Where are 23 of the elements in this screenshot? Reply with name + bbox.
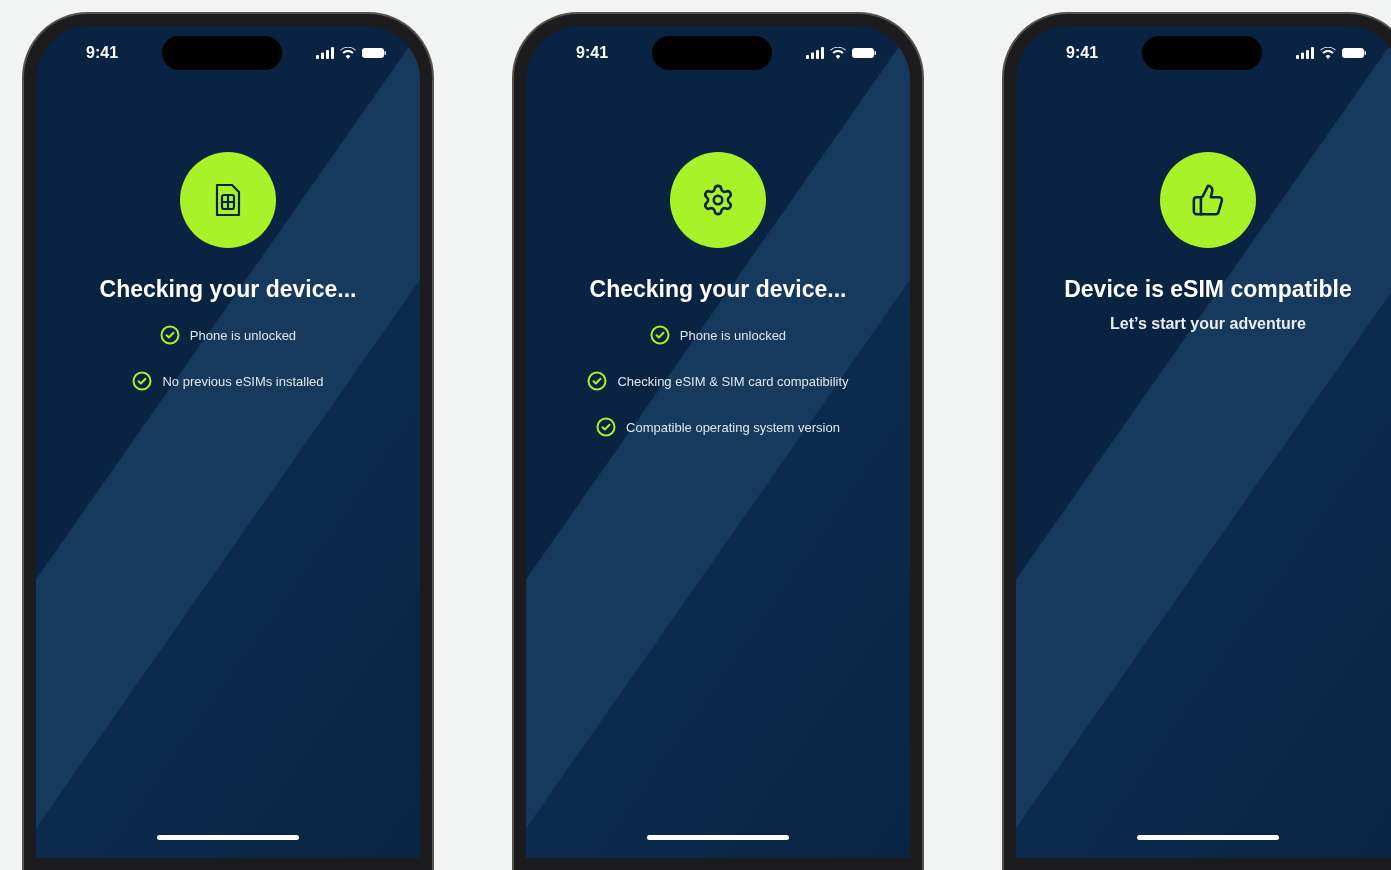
thumbs-up-icon [1191,183,1225,217]
battery-icon [852,47,876,59]
status-time: 9:41 [86,44,119,62]
check-label: Phone is unlocked [189,327,297,343]
wifi-icon [340,47,356,59]
settings-icon [701,183,735,217]
screen-title: Device is eSIM compatible [1064,276,1352,303]
battery-icon [1342,47,1366,59]
check-label: No previous eSIMs installed [162,373,324,389]
screen-title: Checking your device... [589,276,847,303]
signal-icon [316,47,334,59]
signal-icon [806,47,824,59]
signal-icon [1296,47,1314,59]
screen-title: Checking your device... [99,276,357,303]
status-time: 9:41 [1066,44,1099,62]
battery-icon [362,47,386,59]
wifi-icon [830,47,846,59]
screen-subtitle: Let’s start your adventure [1110,315,1306,333]
check-label: Checking eSIM & SIM card compatibility [617,373,849,389]
check-label: Phone is unlocked [679,327,787,343]
wifi-icon [1320,47,1336,59]
check-label: Compatible operating system version [626,419,840,435]
status-time: 9:41 [576,44,609,62]
